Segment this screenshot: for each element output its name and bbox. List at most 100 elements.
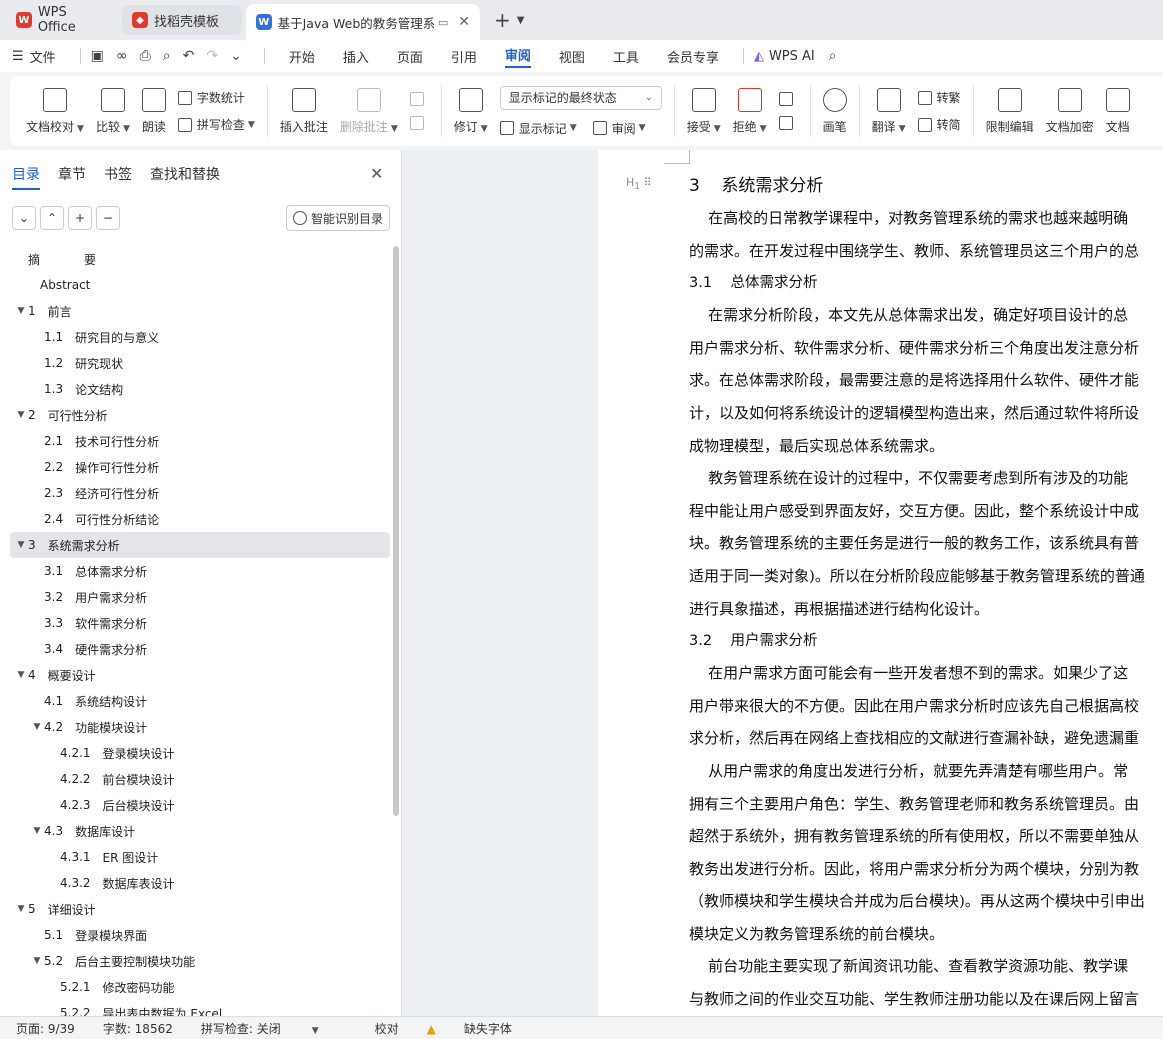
collapse-arrow-icon[interactable]: ▼: [30, 826, 44, 836]
compare-button[interactable]: 比较 ▼: [96, 87, 130, 135]
toc-item[interactable]: 2.4 可行性分析结论: [10, 506, 390, 532]
close-tab-icon[interactable]: ✕: [458, 14, 470, 30]
proofread-status[interactable]: 校对: [375, 1020, 399, 1037]
toc-item[interactable]: ▼ 4.2 功能模块设计: [10, 714, 390, 740]
toc-item[interactable]: ▼ 1 前言: [10, 298, 390, 324]
collapse-arrow-icon[interactable]: ▼: [14, 670, 28, 680]
nav-tab-bookmarks[interactable]: 书签: [104, 164, 132, 190]
doc-proofread-button[interactable]: 文档校对 ▼: [26, 87, 84, 135]
doc-rights-button[interactable]: 文档: [1105, 87, 1130, 135]
toc-item[interactable]: 2.3 经济可行性分析: [10, 480, 390, 506]
toc-item[interactable]: ▼ 4 概要设计: [10, 662, 390, 688]
tab-start[interactable]: 开始: [289, 47, 315, 66]
document-text[interactable]: 3 系统需求分析 在高校的日常教学课程中，对教务管理系统的需求也越来越明确 的需求…: [689, 170, 1163, 1016]
undo-icon[interactable]: ↶: [183, 48, 195, 64]
to-traditional-button[interactable]: 转繁: [917, 89, 961, 106]
collapse-arrow-icon[interactable]: ▼: [14, 306, 28, 316]
tab-insert[interactable]: 插入: [343, 47, 369, 66]
monitor-icon[interactable]: ▭: [438, 16, 448, 29]
review-pane-button[interactable]: 审阅 ▼: [592, 120, 646, 137]
toc-item[interactable]: ▼ 2 可行性分析: [10, 402, 390, 428]
next-change-button[interactable]: [778, 116, 798, 130]
close-icon[interactable]: ✕: [370, 164, 383, 183]
wps-ai-button[interactable]: ◭ WPS AI: [754, 49, 815, 64]
toc-item[interactable]: 3.1 总体需求分析: [10, 558, 390, 584]
translate-button[interactable]: 翻译 ▼: [872, 87, 906, 135]
toc-item[interactable]: 3.4 硬件需求分析: [10, 636, 390, 662]
more-chevron-icon[interactable]: ⌄: [230, 48, 242, 64]
tab-page[interactable]: 页面: [397, 47, 423, 66]
word-count[interactable]: 字数: 18562: [103, 1020, 173, 1037]
pen-button[interactable]: 画笔: [822, 87, 847, 135]
delete-comment-button[interactable]: 删除批注 ▼: [340, 87, 398, 135]
toc-item[interactable]: 4.2.2 前台模块设计: [10, 766, 390, 792]
collapse-arrow-icon[interactable]: ▼: [14, 904, 28, 914]
insert-comment-button[interactable]: 插入批注: [280, 87, 328, 135]
toc-item[interactable]: 4.2.3 后台模块设计: [10, 792, 390, 818]
next-comment-button[interactable]: [409, 116, 429, 130]
print-icon[interactable]: ⎙: [140, 48, 151, 64]
toc-item[interactable]: 2.2 操作可行性分析: [10, 454, 390, 480]
toc-item[interactable]: 4.3.2 数据库表设计: [10, 870, 390, 896]
word-count-button[interactable]: 字数统计: [177, 89, 255, 106]
to-simplified-button[interactable]: 转简: [917, 116, 961, 133]
toc-item[interactable]: ▼ 5.2 后台主要控制模块功能: [10, 948, 390, 974]
tab-document[interactable]: W 基于Java Web的教务管理系统 ▭ ✕: [246, 4, 480, 40]
print-preview-icon[interactable]: ⌕: [163, 48, 171, 64]
smart-toc-button[interactable]: 智能识别目录: [286, 205, 390, 231]
toc-item[interactable]: 4.2.1 登录模块设计: [10, 740, 390, 766]
toc-item[interactable]: 5.2.1 修改密码功能: [10, 974, 390, 1000]
remove-heading-icon[interactable]: −: [96, 206, 120, 230]
toc-scrollbar[interactable]: [393, 246, 399, 816]
chevron-down-icon[interactable]: ▼: [517, 15, 525, 26]
toc-item[interactable]: 2.1 技术可行性分析: [10, 428, 390, 454]
toc-item[interactable]: 3.3 软件需求分析: [10, 610, 390, 636]
spell-check-button[interactable]: 拼写检查 ▼: [177, 116, 255, 133]
show-markup-button[interactable]: 显示标记 ▼: [499, 120, 577, 137]
tab-wps-office[interactable]: W WPS Office: [6, 5, 118, 35]
tab-references[interactable]: 引用: [451, 47, 477, 66]
heading-drag-handle-icon[interactable]: H1 ⠿: [626, 176, 652, 192]
reject-button[interactable]: 拒绝 ▼: [733, 87, 767, 135]
toc-item[interactable]: 5.1 登录模块界面: [10, 922, 390, 948]
collapse-arrow-icon[interactable]: ▼: [14, 410, 28, 420]
accept-button[interactable]: 接受 ▼: [687, 87, 721, 135]
toc-item[interactable]: Abstract: [10, 272, 390, 298]
toc-item[interactable]: 3.2 用户需求分析: [10, 584, 390, 610]
prev-change-button[interactable]: [778, 92, 798, 106]
expand-down-icon[interactable]: ⌄: [12, 206, 36, 230]
toc-item[interactable]: ▼ 3 系统需求分析: [10, 532, 390, 558]
collapse-arrow-icon[interactable]: ▼: [30, 722, 44, 732]
toc-item[interactable]: 摘要: [10, 246, 390, 272]
toc-item[interactable]: 1.3 论文结构: [10, 376, 390, 402]
revise-button[interactable]: 修订 ▼: [454, 87, 488, 135]
save-icon[interactable]: ▣: [91, 48, 104, 64]
redo-icon[interactable]: ↷: [206, 48, 218, 64]
collapse-up-icon[interactable]: ⌃: [40, 206, 64, 230]
add-heading-icon[interactable]: +: [68, 206, 92, 230]
page-indicator[interactable]: 页面: 9/39: [16, 1020, 75, 1037]
toc-item[interactable]: 4.1 系统结构设计: [10, 688, 390, 714]
toc-item[interactable]: ▼ 4.3 数据库设计: [10, 818, 390, 844]
collapse-arrow-icon[interactable]: ▼: [30, 956, 44, 966]
prev-comment-button[interactable]: [409, 92, 429, 106]
spell-check-status[interactable]: 拼写检查: 关闭 ▼: [201, 1020, 347, 1037]
read-aloud-button[interactable]: 朗读: [141, 87, 166, 135]
tab-tools[interactable]: 工具: [613, 47, 639, 66]
tab-templates[interactable]: ◆ 找稻壳模板: [122, 5, 242, 35]
missing-font-status[interactable]: ▲ 缺失字体: [427, 1020, 540, 1037]
nav-tab-sections[interactable]: 章节: [58, 164, 86, 190]
toc-item[interactable]: 5.2.2 导出表中数据为 Excel: [10, 1000, 390, 1016]
link-icon[interactable]: ∞: [116, 48, 128, 64]
toc-item[interactable]: ▼ 5 详细设计: [10, 896, 390, 922]
nav-tab-find-replace[interactable]: 查找和替换: [150, 164, 220, 190]
toc-item[interactable]: 4.3.1 ER 图设计: [10, 844, 390, 870]
tab-member[interactable]: 会员专享: [667, 47, 719, 66]
tab-view[interactable]: 视图: [559, 47, 585, 66]
markup-state-select[interactable]: 显示标记的最终状态 ⌄: [499, 85, 662, 110]
collapse-arrow-icon[interactable]: ▼: [14, 540, 28, 550]
file-menu[interactable]: ☰ 文件: [12, 47, 56, 66]
new-tab-icon[interactable]: +: [494, 8, 511, 32]
nav-tab-toc[interactable]: 目录: [12, 164, 40, 190]
restrict-edit-button[interactable]: 限制编辑: [986, 87, 1034, 135]
